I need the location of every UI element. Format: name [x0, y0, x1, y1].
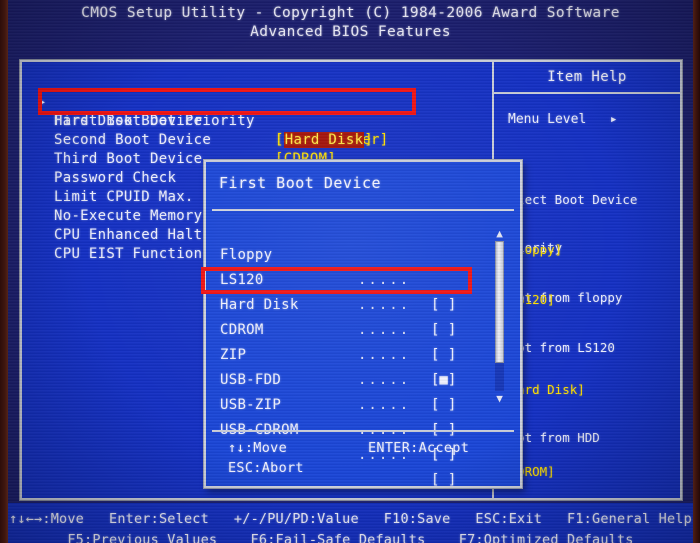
- help-option-name: [CDROM]: [502, 464, 555, 479]
- first-boot-device-dialog[interactable]: First Boot Device Floppy ..... [ ] LS120…: [203, 159, 524, 489]
- bios-page-title: Advanced BIOS Features: [250, 24, 451, 40]
- menu-row-first-boot-device[interactable]: First Boot Device [Hard Disk]: [22, 93, 492, 148]
- scroll-down-arrow-icon[interactable]: ▼: [493, 393, 506, 404]
- list-item-usb-cdrom[interactable]: USB-CDROM ..... [ ]: [206, 393, 496, 488]
- menu-row-second-boot-device[interactable]: Second Boot Device [CDROM]: [22, 112, 492, 167]
- menu-row-third-boot-device[interactable]: Third Boot Device [Hard Disk]: [22, 131, 492, 186]
- list-item-hard-disk[interactable]: Hard Disk ..... [ ]: [206, 268, 496, 363]
- menu-row-hard-disk-boot-priority[interactable]: ▸ Hard Disk Boot Priority [Press Enter]: [22, 74, 492, 148]
- dialog-scrollbar[interactable]: ▲ ▼: [493, 228, 506, 404]
- help-option-name: [LS120]: [502, 292, 555, 307]
- bottom-status-bar: ↑↓←→:Move Enter:Select +/-/PU/PD:Value F…: [8, 503, 693, 543]
- help-text: Select Boot Device: [502, 192, 638, 207]
- list-item-cdrom[interactable]: CDROM ..... [■]: [206, 293, 496, 388]
- status-keys-line-2: F5:Previous Values F6:Fail-Safe Defaults…: [67, 532, 634, 543]
- scrollbar-track[interactable]: [495, 241, 504, 391]
- dialog-footer-rule: [212, 430, 514, 432]
- hint-move: ↑↓:Move: [228, 440, 287, 456]
- dialog-title-rule: [212, 209, 514, 211]
- item-help-title: Item Help: [547, 69, 627, 85]
- list-item-zip[interactable]: ZIP ..... [ ]: [206, 318, 496, 413]
- help-option-name: [Hard Disk]: [502, 382, 585, 397]
- list-item-ls120[interactable]: LS120 ..... [ ]: [206, 243, 496, 338]
- hint-abort: ESC:Abort: [228, 460, 304, 476]
- list-item-usb-fdd[interactable]: USB-FDD ..... [ ]: [206, 343, 496, 438]
- menu-label: CPU EIST Function: [54, 246, 203, 262]
- bios-header: CMOS Setup Utility - Copyright (C) 1984-…: [8, 0, 693, 58]
- boot-device-option-list: Floppy ..... [ ] LS120 ..... [ ] Hard Di…: [206, 218, 524, 488]
- bios-screen: CMOS Setup Utility - Copyright (C) 1984-…: [8, 0, 693, 543]
- hint-accept: ENTER:Accept: [368, 440, 470, 456]
- list-item-usb-zip[interactable]: USB-ZIP ..... [ ]: [206, 368, 496, 463]
- list-item-floppy[interactable]: Floppy ..... [ ]: [206, 218, 496, 313]
- scroll-up-arrow-icon[interactable]: ▲: [493, 228, 506, 239]
- dialog-title: First Boot Device: [219, 174, 382, 192]
- bios-title-line-1: CMOS Setup Utility - Copyright (C) 1984-…: [81, 5, 620, 21]
- help-option-name: [Floppy]: [502, 242, 563, 257]
- status-keys-line-1: ↑↓←→:Move Enter:Select +/-/PU/PD:Value F…: [9, 511, 692, 527]
- dialog-key-hints: ↑↓:Move ENTER:Accept ESC:Abort: [206, 438, 524, 486]
- menu-level-indicator: Menu Level ▸: [508, 112, 618, 127]
- item-help-title-bar: Item Help: [494, 62, 680, 94]
- scrollbar-thumb[interactable]: [495, 241, 504, 363]
